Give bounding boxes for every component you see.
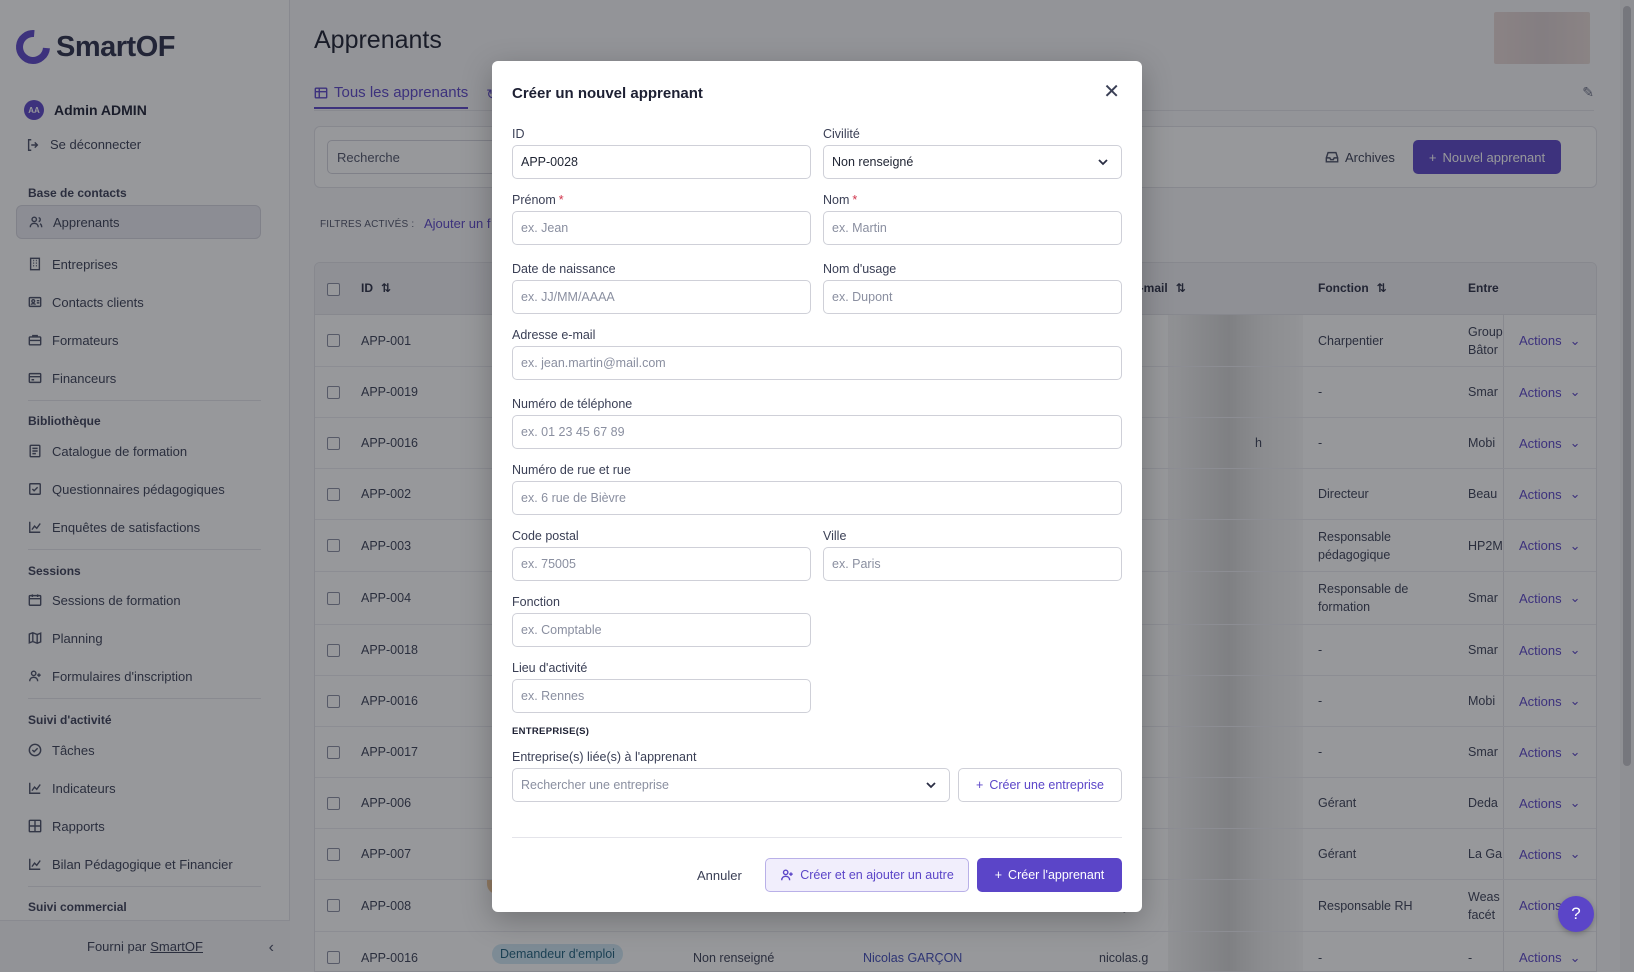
company-search-select[interactable]: Rechercher une entreprise	[512, 768, 950, 802]
create-company-button[interactable]: + Créer une entreprise	[958, 768, 1122, 802]
civilite-select[interactable]: Non renseigné	[823, 145, 1122, 179]
prenom-label-text: Prénom	[512, 193, 556, 207]
help-button[interactable]: ?	[1558, 896, 1594, 932]
street-field[interactable]: ex. 6 rue de Bièvre	[512, 481, 1122, 515]
create-and-add-label: Créer et en ajouter un autre	[800, 868, 954, 882]
phone-label: Numéro de téléphone	[512, 397, 633, 411]
civilite-value: Non renseigné	[832, 155, 914, 169]
zip-field[interactable]: ex. 75005	[512, 547, 811, 581]
phone-field[interactable]: ex. 01 23 45 67 89	[512, 415, 1122, 449]
dob-label: Date de naissance	[512, 262, 616, 276]
create-company-label: Créer une entreprise	[989, 778, 1104, 792]
user-plus-icon	[780, 868, 794, 882]
cancel-button[interactable]: Annuler	[697, 868, 742, 883]
required-mark: *	[852, 193, 858, 207]
create-apprenant-modal: Créer un nouvel apprenant ✕ ID APP-0028 …	[492, 61, 1142, 912]
email-field[interactable]: ex. jean.martin@mail.com	[512, 346, 1122, 380]
lieu-field[interactable]: ex. Rennes	[512, 679, 811, 713]
nom-field[interactable]: ex. Martin	[823, 211, 1122, 245]
company-search-placeholder: Rechercher une entreprise	[521, 778, 669, 792]
modal-divider	[512, 837, 1122, 838]
lieu-label: Lieu d'activité	[512, 661, 588, 675]
create-apprenant-button[interactable]: + Créer l'apprenant	[977, 858, 1122, 892]
create-apprenant-label: Créer l'apprenant	[1008, 868, 1105, 882]
civilite-label: Civilité	[823, 127, 860, 141]
chevron-down-icon	[1097, 156, 1109, 168]
prenom-label: Prénom *	[512, 193, 564, 207]
prenom-field[interactable]: ex. Jean	[512, 211, 811, 245]
modal-title: Créer un nouvel apprenant	[512, 85, 703, 102]
usage-field[interactable]: ex. Dupont	[823, 280, 1122, 314]
nom-label: Nom *	[823, 193, 857, 207]
fonction-field[interactable]: ex. Comptable	[512, 613, 811, 647]
zip-label: Code postal	[512, 529, 579, 543]
linked-companies-label: Entreprise(s) liée(s) à l'apprenant	[512, 750, 697, 764]
city-label: Ville	[823, 529, 847, 543]
required-mark: *	[558, 193, 564, 207]
entreprises-section-title: ENTREPRISE(S)	[512, 726, 590, 737]
id-field[interactable]: APP-0028	[512, 145, 811, 179]
street-label: Numéro de rue et rue	[512, 463, 631, 477]
email-label: Adresse e-mail	[512, 328, 596, 342]
create-and-add-another-button[interactable]: Créer et en ajouter un autre	[765, 858, 969, 892]
city-field[interactable]: ex. Paris	[823, 547, 1122, 581]
fonction-label: Fonction	[512, 595, 560, 609]
nom-label-text: Nom	[823, 193, 850, 207]
plus-icon: +	[994, 868, 1003, 882]
chevron-down-icon	[925, 779, 937, 791]
id-label: ID	[512, 127, 525, 141]
plus-icon: +	[976, 778, 984, 792]
usage-label: Nom d'usage	[823, 262, 897, 276]
close-icon[interactable]: ✕	[1103, 82, 1120, 102]
dob-field[interactable]: ex. JJ/MM/AAAA	[512, 280, 811, 314]
